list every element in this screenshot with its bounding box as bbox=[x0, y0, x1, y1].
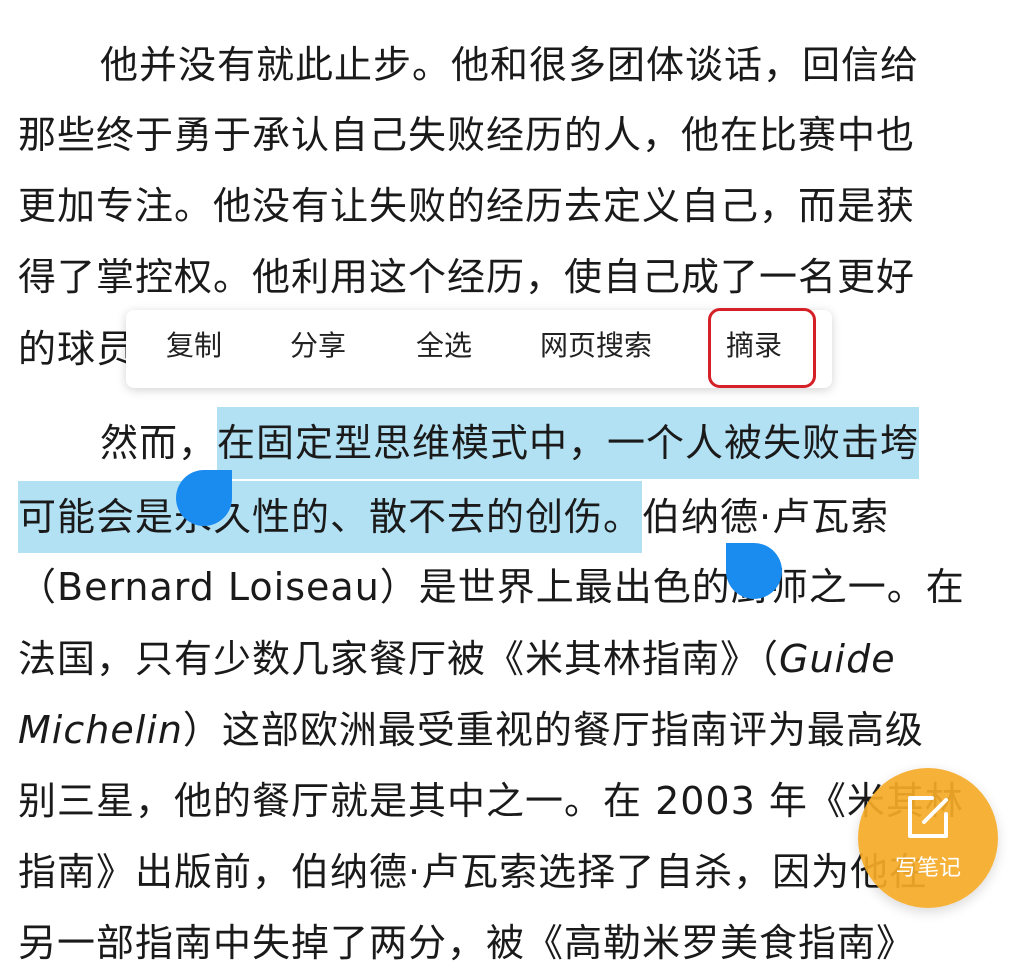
text-segment: 法国，只有少数几家餐厅被《米其林指南》（ bbox=[18, 637, 780, 681]
text-segment: 伯纳德·卢瓦索 bbox=[642, 495, 890, 539]
web-search-button[interactable]: 网页搜索 bbox=[540, 332, 652, 360]
excerpt-button[interactable]: 摘录 bbox=[726, 332, 782, 360]
edit-icon bbox=[908, 796, 948, 838]
text-line: 法国，只有少数几家餐厅被《米其林指南》（Guide bbox=[18, 640, 896, 678]
selected-text[interactable]: 在固定型思维模式中，一个人被失败击垮 bbox=[217, 407, 920, 479]
text-line: 然而，在固定型思维模式中，一个人被失败击垮 bbox=[100, 407, 920, 479]
text-line: 指南》出版前，伯纳德·卢瓦索选择了自杀，因为他在 bbox=[18, 850, 929, 894]
text-line: 他并没有就此止步。他和很多团体谈话，回信给 bbox=[100, 43, 920, 87]
text-line: （Bernard Loiseau）是世界上最出色的厨师之一。在 bbox=[18, 565, 965, 609]
text-line: 那些终于勇于承认自己失败经历的人，他在比赛中也 bbox=[18, 113, 916, 157]
select-all-button[interactable]: 全选 bbox=[416, 332, 472, 360]
italic-text: Guide bbox=[779, 637, 896, 681]
copy-button[interactable]: 复制 bbox=[166, 332, 222, 360]
text-line: 的球员 bbox=[18, 327, 136, 371]
reader-page: 他并没有就此止步。他和很多团体谈话，回信给 那些终于勇于承认自己失败经历的人，他… bbox=[0, 0, 1012, 969]
text-line: Michelin）这部欧洲最受重视的餐厅指南评为最高级 bbox=[18, 711, 924, 749]
text-line: 更加专注。他没有让失败的经历去定义自己，而是获 bbox=[18, 184, 916, 228]
text-segment: ）这部欧洲最受重视的餐厅指南评为最高级 bbox=[182, 708, 924, 752]
text-line: 另一部指南中失掉了两分，被《高勒米罗美食指南》 bbox=[18, 921, 916, 965]
write-note-label: 写笔记 bbox=[894, 856, 961, 881]
text-segment: 然而， bbox=[100, 421, 218, 465]
text-line: 可能会是永久性的、散不去的创伤。伯纳德·卢瓦索 bbox=[18, 481, 890, 553]
selection-context-menu: 复制 分享 全选 网页搜索 摘录 bbox=[126, 310, 832, 388]
write-note-button[interactable]: 写笔记 bbox=[858, 768, 998, 908]
selection-start-handle[interactable] bbox=[176, 470, 232, 526]
italic-text: Michelin bbox=[18, 708, 183, 752]
selection-end-handle[interactable] bbox=[726, 543, 782, 599]
selected-text[interactable]: 可能会是永久性的、散不去的创伤。 bbox=[18, 481, 643, 553]
text-line: 得了掌控权。他利用这个经历，使自己成了一名更好 bbox=[18, 255, 916, 299]
share-button[interactable]: 分享 bbox=[290, 332, 346, 360]
text-line: 别三星，他的餐厅就是其中之一。在 2003 年《米其林 bbox=[18, 779, 964, 823]
